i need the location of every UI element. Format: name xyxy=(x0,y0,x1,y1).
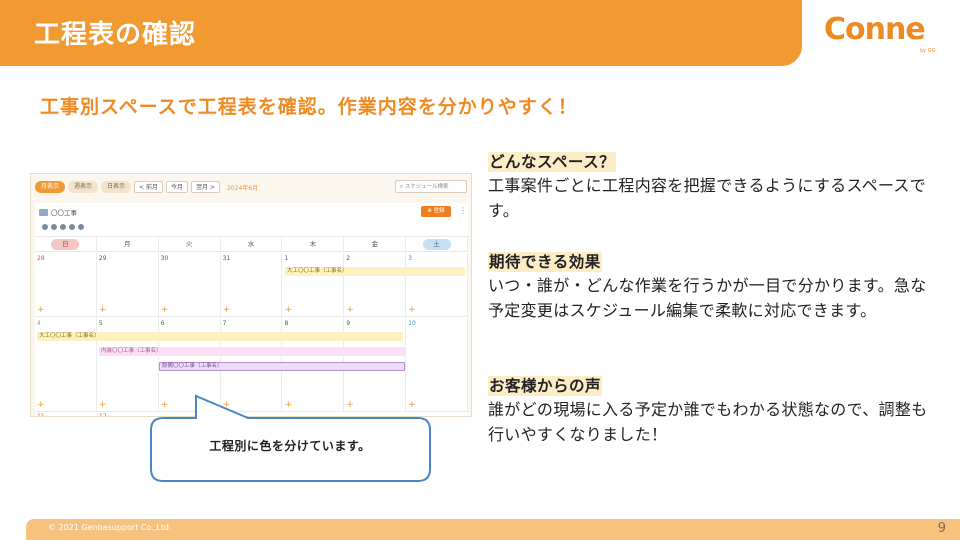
calendar-screenshot: 月表示 週表示 日表示 < 前月 今月 翌月 > 2024年6月 ⌕ スケジュー… xyxy=(30,173,472,417)
headline: 工事別スペースで工程表を確認。作業内容を分かりやすく！ xyxy=(40,96,578,118)
day-cell[interactable]: 31 + xyxy=(221,253,283,316)
more-menu-icon[interactable]: ⋮ xyxy=(459,206,467,216)
week-row-partial: 11 12 xyxy=(37,413,107,417)
add-event-icon: + xyxy=(160,400,169,410)
add-event-icon: + xyxy=(37,305,45,315)
weekday-tue: 火 xyxy=(159,237,221,251)
weekday-wed: 水 xyxy=(221,237,283,251)
add-event-icon: + xyxy=(284,400,292,410)
day-cell[interactable]: 3 + xyxy=(406,253,469,316)
avatar[interactable] xyxy=(77,223,85,231)
page-title: 工程表の確認 xyxy=(34,20,197,50)
weekday-thu: 木 xyxy=(282,237,345,251)
section-body: いつ・誰が・どんな作業を行うかが一目で分かります。急な予定変更はスケジュール編集… xyxy=(488,276,927,320)
day-cell[interactable]: 28 + xyxy=(35,253,97,316)
weekday-header: 日 月 火 水 木 金 土 xyxy=(35,236,469,252)
weekday-sat: 土 xyxy=(406,237,469,251)
avatar[interactable] xyxy=(50,223,58,231)
weekday-mon: 月 xyxy=(97,237,159,251)
logo-text: Conne xyxy=(824,12,926,47)
add-event-icon: + xyxy=(98,305,107,315)
add-event-icon: + xyxy=(222,400,231,410)
register-button[interactable]: ⊕ 登録 xyxy=(421,206,451,217)
next-month-button[interactable]: 翌月 > xyxy=(191,181,220,193)
week-view-button[interactable]: 週表示 xyxy=(68,181,99,193)
project-header: 〇〇工事 xyxy=(39,207,77,217)
this-month-button[interactable]: 今月 xyxy=(165,181,188,193)
section-body: 工事案件ごとに工程内容を把握できるようにするスペースです。 xyxy=(488,176,927,220)
add-event-icon: + xyxy=(408,305,416,315)
section-body: 誰がどの現場に入る予定か誰でもわかる状態なので、調整も行いやすくなりました！ xyxy=(488,400,928,444)
avatar[interactable] xyxy=(41,223,49,231)
project-name: 〇〇工事 xyxy=(51,209,77,217)
add-event-icon: + xyxy=(222,305,231,315)
day-cell[interactable]: 10 + xyxy=(406,318,469,411)
event-bar[interactable]: 内装〇〇工事（工事名） xyxy=(99,347,405,356)
add-event-icon: + xyxy=(408,400,416,410)
add-event-icon: + xyxy=(346,305,354,315)
header-bar: 工程表の確認 xyxy=(0,0,802,66)
footer-bar: © 2021 Genbasupport Co.,Ltd. 9 xyxy=(26,519,960,540)
section-heading: 期待できる効果 xyxy=(488,252,602,272)
day-cell[interactable]: 30 + xyxy=(159,253,221,316)
register-label: 登録 xyxy=(433,208,445,214)
copyright: © 2021 Genbasupport Co.,Ltd. xyxy=(48,523,172,532)
conne-logo: Conne by GG xyxy=(824,10,944,58)
prev-month-button[interactable]: < 前月 xyxy=(134,181,163,193)
add-event-icon: + xyxy=(98,400,107,410)
section-what: どんなスペース？ 工事案件ごとに工程内容を把握できるようにするスペースです。 xyxy=(488,152,938,223)
search-placeholder: スケジュール検索 xyxy=(404,184,449,190)
week-row: 4 + 5 + 6 + 7 + 8 + 9 + 10 + 大工〇〇工事（工事名） 内装〇〇工事… xyxy=(35,318,469,412)
callout-text: 工程別に色を分けています。 xyxy=(209,439,371,453)
add-event-icon: + xyxy=(346,400,354,410)
section-heading: どんなスペース？ xyxy=(488,152,617,172)
member-avatars xyxy=(41,223,85,231)
schedule-search-input[interactable]: ⌕ スケジュール検索 xyxy=(395,180,467,193)
day-cell[interactable]: 29 + xyxy=(97,253,159,316)
event-bar[interactable]: 設備〇〇工事（工事名） xyxy=(159,362,405,371)
day-view-button[interactable]: 日表示 xyxy=(101,181,132,193)
add-event-icon: + xyxy=(37,400,45,410)
add-event-icon: + xyxy=(160,305,169,315)
month-view-button[interactable]: 月表示 xyxy=(35,181,66,193)
day-cell[interactable]: 1 + xyxy=(282,253,345,316)
calendar-grid: 〇〇工事 ⊕ 登録 ⋮ 日 月 火 水 木 金 土 28 + 29 + 30 + 31… xyxy=(35,203,469,417)
weekday-fri: 金 xyxy=(344,237,407,251)
avatar[interactable] xyxy=(59,223,67,231)
logo-sub: by GG xyxy=(920,48,936,54)
week-row: 28 + 29 + 30 + 31 + 1 + 2 + 3 + 大工〇〇工事（工事名） xyxy=(35,253,469,317)
month-label: 2024年6月 xyxy=(226,184,259,192)
add-event-icon: + xyxy=(284,305,292,315)
page-number: 9 xyxy=(937,521,946,536)
image-icon xyxy=(39,208,48,216)
weekday-sun: 日 xyxy=(35,237,97,251)
section-effect: 期待できる効果 いつ・誰が・どんな作業を行うかが一目で分かります。急な予定変更は… xyxy=(488,252,938,323)
event-bar[interactable]: 大工〇〇工事（工事名） xyxy=(37,332,403,341)
day-cell[interactable]: 2 + xyxy=(344,253,407,316)
calendar-toolbar: 月表示 週表示 日表示 < 前月 今月 翌月 > 2024年6月 xyxy=(35,180,258,194)
event-bar[interactable]: 大工〇〇工事（工事名） xyxy=(285,267,465,276)
avatar[interactable] xyxy=(68,223,76,231)
section-heading: お客様からの声 xyxy=(488,376,603,396)
section-voice: お客様からの声 誰がどの現場に入る予定か誰でもわかる状態なので、調整も行いやすく… xyxy=(488,376,938,447)
